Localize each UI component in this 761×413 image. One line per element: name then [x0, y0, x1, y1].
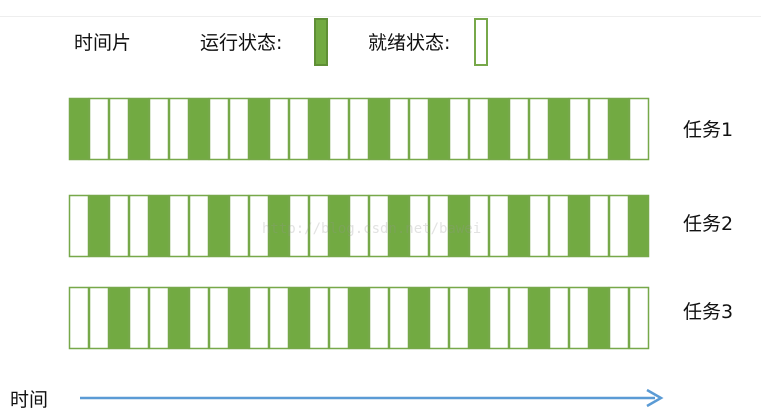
running-slot	[468, 286, 490, 350]
ready-slot	[468, 97, 490, 161]
running-slot	[548, 97, 570, 161]
task-timeline-diagram	[68, 97, 664, 408]
ready-slot	[88, 286, 110, 350]
running-slot	[608, 97, 630, 161]
running-slot	[148, 194, 170, 258]
ready-slot	[508, 97, 530, 161]
ready-slot	[328, 97, 350, 161]
running-slot	[108, 286, 130, 350]
running-slot	[588, 286, 610, 350]
running-slot	[368, 97, 390, 161]
ready-slot	[608, 286, 630, 350]
ready-slot	[488, 194, 510, 258]
running-slot	[288, 286, 310, 350]
running-slot	[88, 194, 110, 258]
ready-slot	[188, 286, 210, 350]
ready-slot	[388, 97, 410, 161]
ready-slot	[68, 286, 90, 350]
ready-slot	[488, 286, 510, 350]
running-slot	[128, 97, 150, 161]
ready-slot	[268, 286, 290, 350]
ready-slot	[528, 97, 550, 161]
task-label-2: 任务2	[683, 213, 734, 235]
ready-slot	[128, 286, 150, 350]
ready-slot	[388, 286, 410, 350]
ready-slot	[588, 194, 610, 258]
ready-slot	[88, 97, 110, 161]
ready-slot	[68, 194, 90, 258]
ready-slot	[568, 97, 590, 161]
ready-slot	[548, 286, 570, 350]
ready-slot	[448, 97, 470, 161]
ready-slot	[208, 286, 230, 350]
ready-slot	[168, 194, 190, 258]
ready-slot	[288, 97, 310, 161]
ready-slot	[568, 286, 590, 350]
ready-slot	[268, 97, 290, 161]
ready-slot	[208, 97, 230, 161]
running-slot	[488, 97, 510, 161]
running-slot	[248, 97, 270, 161]
running-slot	[168, 286, 190, 350]
running-slot	[508, 194, 530, 258]
running-slot	[68, 97, 90, 161]
ready-slot	[368, 286, 390, 350]
ready-slot	[228, 97, 250, 161]
running-slot	[308, 97, 330, 161]
time-axis-label: 时间	[10, 389, 49, 411]
ready-slot	[448, 286, 470, 350]
ready-slot	[328, 286, 350, 350]
running-slot	[348, 286, 370, 350]
ready-slot	[168, 97, 190, 161]
ready-slot	[548, 194, 570, 258]
task-label-1: 任务1	[683, 119, 734, 141]
ready-slot	[108, 194, 130, 258]
ready-slot	[248, 286, 270, 350]
ready-slot	[108, 97, 130, 161]
ready-slot	[628, 97, 650, 161]
ready-slot	[608, 194, 630, 258]
ready-slot	[128, 194, 150, 258]
running-slot	[428, 97, 450, 161]
ready-slot	[308, 286, 330, 350]
ready-slot	[528, 194, 550, 258]
ready-slot	[508, 286, 530, 350]
running-slot	[568, 194, 590, 258]
ready-slot	[228, 194, 250, 258]
running-slot	[408, 286, 430, 350]
time-arrow-icon	[80, 388, 664, 408]
running-slot	[208, 194, 230, 258]
watermark: http://blog.csdn.net/bawei	[262, 221, 482, 237]
ready-slot	[148, 286, 170, 350]
ready-slot	[348, 97, 370, 161]
ready-slot	[408, 97, 430, 161]
running-slot	[528, 286, 550, 350]
ready-slot	[588, 97, 610, 161]
ready-slot	[188, 194, 210, 258]
ready-slot	[148, 97, 170, 161]
running-slot	[628, 194, 650, 258]
task-label-3: 任务3	[683, 301, 734, 323]
ready-slot	[628, 286, 650, 350]
ready-slot	[428, 286, 450, 350]
task-row-3	[68, 286, 650, 350]
task-row-1	[68, 97, 650, 161]
running-slot	[228, 286, 250, 350]
running-slot	[188, 97, 210, 161]
